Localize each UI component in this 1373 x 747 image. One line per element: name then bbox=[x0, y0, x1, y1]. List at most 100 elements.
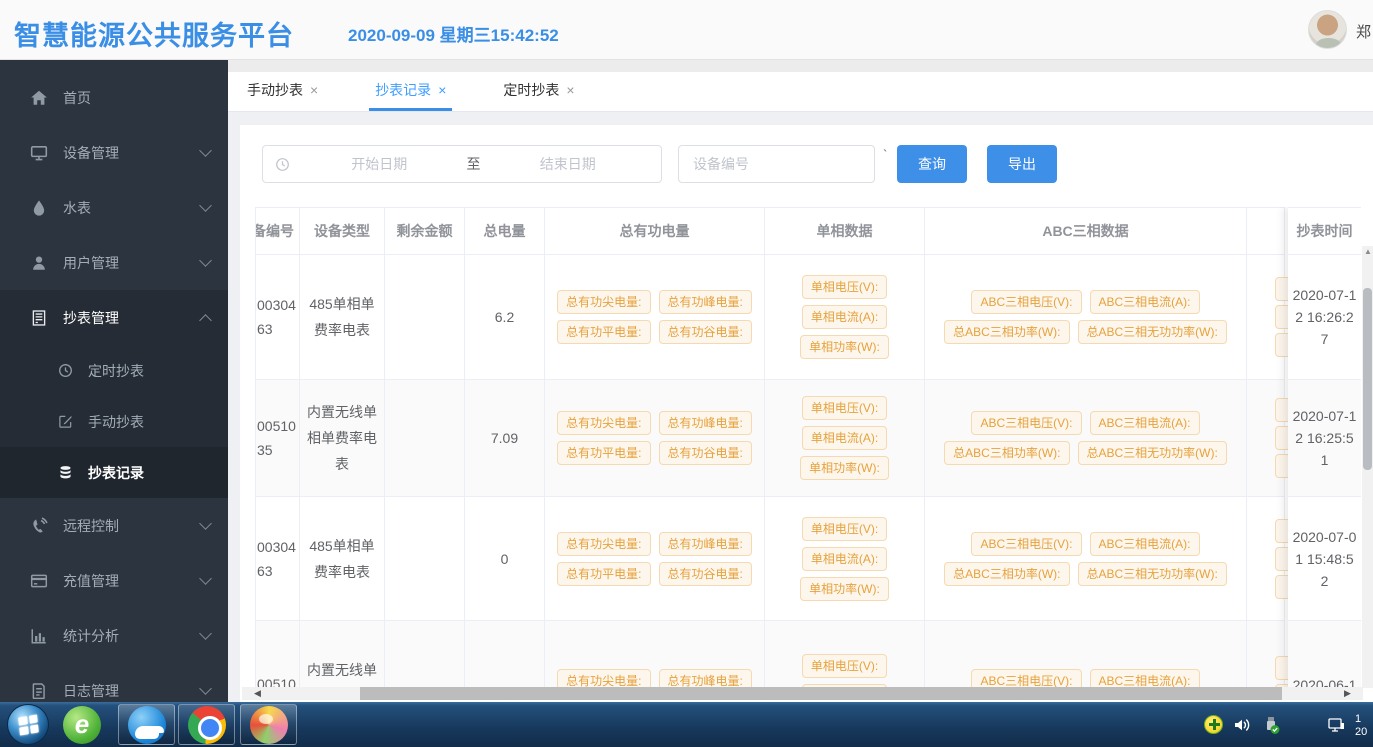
stray-character: ` bbox=[883, 147, 887, 162]
sidebar-item-label: 水表 bbox=[63, 198, 201, 218]
tag-line: 单相电流(A): bbox=[798, 302, 891, 332]
device-number-input[interactable]: 设备编号 bbox=[678, 145, 875, 183]
top-header: 智慧能源公共服务平台 2020-09-09 星期三15:42:52 郑 bbox=[0, 0, 1373, 60]
360-safety-icon[interactable] bbox=[1204, 715, 1223, 734]
data-tag: 总ABC三相无功功率(W): bbox=[1078, 562, 1227, 586]
database-icon bbox=[58, 465, 73, 480]
sidebar-item-label: 定时抄表 bbox=[88, 361, 210, 381]
column-header-设备编号: 设备编号 bbox=[255, 208, 300, 254]
tab-close-icon[interactable]: × bbox=[438, 82, 446, 98]
usb-device-icon[interactable] bbox=[1261, 715, 1281, 735]
device-no-value: 0051035 bbox=[257, 414, 299, 462]
photo-app-icon[interactable] bbox=[240, 704, 297, 745]
cell-hidden-column-edge bbox=[1247, 380, 1285, 496]
data-tag: 单相电流(A): bbox=[802, 426, 887, 450]
data-tag: 总有功尖电量: bbox=[557, 411, 650, 435]
tag-line: ABC三相电压(V):ABC三相电流(A): bbox=[967, 287, 1203, 317]
export-button[interactable]: 导出 bbox=[987, 145, 1057, 183]
sidebar-item-定时抄表[interactable]: 定时抄表 bbox=[0, 345, 228, 396]
cell-active-energy-tags: 总有功尖电量:总有功峰电量:总有功平电量:总有功谷电量: bbox=[545, 255, 765, 379]
cell-abc-phase-tags: ABC三相电压(V):ABC三相电流(A):总ABC三相功率(W):总ABC三相… bbox=[925, 380, 1247, 496]
sidebar-item-水表[interactable]: 水表 bbox=[0, 180, 228, 235]
tag-line: ABC三相电压(V):ABC三相电流(A): bbox=[967, 408, 1203, 438]
sidebar-item-用户管理[interactable]: 用户管理 bbox=[0, 235, 228, 290]
cell-device-type: 内置无线单相单费率电表 bbox=[300, 380, 385, 496]
windows-start-icon[interactable] bbox=[7, 704, 49, 745]
tab-定时抄表[interactable]: 定时抄表 × bbox=[497, 72, 580, 111]
end-date-input[interactable]: 结束日期 bbox=[487, 154, 650, 174]
chevron-down-icon bbox=[199, 517, 212, 530]
ie-360-browser-icon[interactable]: e bbox=[63, 706, 101, 744]
data-tag: ABC三相电流(A): bbox=[1090, 669, 1200, 689]
chevron-down-icon bbox=[199, 572, 212, 585]
username-label: 郑 bbox=[1356, 21, 1371, 42]
sidebar-item-充值管理[interactable]: 充值管理 bbox=[0, 553, 228, 608]
column-header-设备类型: 设备类型 bbox=[300, 208, 385, 254]
sidebar-item-label: 手动抄表 bbox=[88, 412, 210, 432]
data-tag: 总有功平电量: bbox=[557, 441, 650, 465]
table-row: 0051033内置无线单相单费率电表3.91总有功尖电量:总有功峰电量:总有功平… bbox=[255, 621, 1285, 688]
tag-line: ABC三相电压(V):ABC三相电流(A): bbox=[967, 666, 1203, 689]
scroll-right-arrow-icon[interactable]: ▶ bbox=[1344, 689, 1353, 698]
sidebar-item-手动抄表[interactable]: 手动抄表 bbox=[0, 396, 228, 447]
clock-icon bbox=[58, 363, 73, 378]
cell-abc-phase-tags: ABC三相电压(V):ABC三相电流(A):总ABC三相功率(W):总ABC三相… bbox=[925, 621, 1247, 688]
tag-line: 单相功率(W): bbox=[796, 332, 893, 362]
tag-line: 总有功平电量:总有功谷电量: bbox=[553, 438, 756, 468]
data-tag: ABC三相电压(V): bbox=[971, 290, 1081, 314]
sidebar-item-抄表记录[interactable]: 抄表记录 bbox=[0, 447, 228, 498]
tab-bar: 手动抄表× 抄表记录× 定时抄表 × bbox=[228, 72, 1373, 112]
chevron-down-icon bbox=[199, 144, 212, 157]
data-tag: 总有功尖电量: bbox=[557, 532, 650, 556]
horizontal-scrollbar[interactable]: ◀ ▶ bbox=[242, 687, 1363, 700]
scroll-left-arrow-icon[interactable]: ◀ bbox=[254, 689, 263, 698]
chrome-icon[interactable] bbox=[178, 704, 235, 745]
sidebar-item-label: 抄表记录 bbox=[88, 463, 210, 483]
data-tag: 总ABC三相功率(W): bbox=[944, 562, 1069, 586]
chevron-down-icon bbox=[199, 627, 212, 640]
vertical-scrollbar-thumb[interactable] bbox=[1363, 288, 1372, 470]
sidebar-item-远程控制[interactable]: 远程控制 bbox=[0, 498, 228, 553]
tab-close-icon[interactable]: × bbox=[310, 82, 318, 98]
tab-抄表记录[interactable]: 抄表记录× bbox=[369, 72, 452, 111]
sidebar-item-首页[interactable]: 首页 bbox=[0, 70, 228, 125]
sidebar-item-label: 抄表管理 bbox=[63, 308, 201, 328]
cell-total-energy: 7.09 bbox=[465, 380, 545, 496]
sidebar-item-统计分析[interactable]: 统计分析 bbox=[0, 608, 228, 663]
cell-active-energy-tags: 总有功尖电量:总有功峰电量:总有功平电量:总有功谷电量: bbox=[545, 380, 765, 496]
user-icon bbox=[30, 254, 48, 272]
tab-close-icon[interactable]: × bbox=[566, 82, 574, 98]
table-fixed-column: 抄表时间2020-07-12 16:26:272020-07-12 16:25:… bbox=[1288, 207, 1361, 688]
tag-line: 总ABC三相功率(W):总ABC三相无功功率(W): bbox=[940, 438, 1231, 468]
tab-label: 定时抄表 bbox=[503, 80, 559, 100]
chevron-down-icon bbox=[199, 254, 212, 267]
query-button[interactable]: 查询 bbox=[897, 145, 967, 183]
qq-browser-icon[interactable] bbox=[118, 704, 175, 745]
network-icon[interactable] bbox=[1326, 715, 1346, 735]
cell-device-no: 0030463 bbox=[255, 255, 300, 379]
start-date-input[interactable]: 开始日期 bbox=[298, 154, 461, 174]
horizontal-scrollbar-thumb[interactable] bbox=[360, 687, 1282, 700]
tag-line: 总有功尖电量:总有功峰电量: bbox=[553, 529, 756, 559]
taskbar-clock[interactable]: 1 20 bbox=[1355, 713, 1369, 739]
chevron-down-icon bbox=[199, 682, 212, 695]
user-avatar[interactable] bbox=[1308, 10, 1347, 49]
sidebar-item-label: 设备管理 bbox=[63, 143, 201, 163]
data-tag: 总有功峰电量: bbox=[659, 290, 752, 314]
cell-hidden-column-edge bbox=[1247, 621, 1285, 688]
sidebar-item-抄表管理[interactable]: 抄表管理 bbox=[0, 290, 228, 345]
sidebar-item-label: 首页 bbox=[63, 88, 210, 108]
sidebar-item-设备管理[interactable]: 设备管理 bbox=[0, 125, 228, 180]
tab-手动抄表[interactable]: 手动抄表× bbox=[241, 72, 324, 111]
tag-line: 单相电压(V): bbox=[798, 272, 891, 302]
cell-total-energy: 3.91 bbox=[465, 621, 545, 688]
clock-icon bbox=[275, 157, 290, 172]
column-header-剩余金额: 剩余金额 bbox=[385, 208, 465, 254]
bar-chart-icon bbox=[30, 627, 48, 645]
date-range-picker[interactable]: 开始日期 至 结束日期 bbox=[262, 145, 662, 183]
vertical-scrollbar[interactable]: ▲ bbox=[1362, 246, 1373, 688]
scroll-up-arrow-icon[interactable]: ▲ bbox=[1364, 247, 1372, 256]
data-tag: 单相电压(V): bbox=[802, 517, 887, 541]
volume-icon[interactable] bbox=[1232, 715, 1252, 735]
table-header-row: 设备编号设备类型剩余金额总电量总有功电量单相数据ABC三相数据 bbox=[255, 207, 1285, 255]
